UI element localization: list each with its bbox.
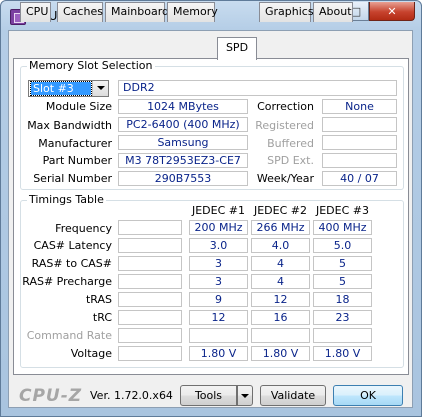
memory-slot-group-title: Memory Slot Selection [27,59,155,72]
memory-type-field: DDR2 [118,80,397,96]
timings-col-header: JEDEC #2 [253,204,307,217]
tab-spd[interactable]: SPD [217,37,257,60]
tab-about[interactable]: About [313,2,353,22]
trc-label: tRC [92,311,112,324]
timing-cell: 5.0 [313,238,372,253]
timing-cell: 1.80 V [251,346,310,361]
timings-group-title: Timings Table [27,193,106,206]
registered-field [322,117,397,132]
buffered-label: Buffered [267,137,314,150]
timing-cell [313,328,372,343]
timing-cell: 3 [189,274,248,289]
tools-dropdown-button[interactable] [237,385,253,406]
ras-to-cas-label: RAS# to CAS# [31,257,112,270]
cpu-z-logo: CPU-Z [19,386,83,406]
part-number-field: M3 78T2953EZ3-CE7 [118,153,248,168]
timing-cell [118,238,182,253]
timing-cell: 5 [313,256,372,271]
timing-cell: 1.80 V [189,346,248,361]
timing-cell: 9 [189,292,248,307]
buffered-field [322,135,397,150]
serial-number-label: Serial Number [33,172,112,185]
validate-button[interactable]: Validate [260,385,326,406]
tab-caches[interactable]: Caches [57,2,103,22]
ok-button[interactable]: OK [333,385,403,406]
timing-cell: 1.80 V [313,346,372,361]
tras-label: tRAS [85,293,112,306]
tools-button[interactable]: Tools [180,385,237,406]
registered-label: Registered [255,119,314,132]
timing-cell: 23 [313,310,372,325]
ras-precharge-label: RAS# Precharge [22,275,112,288]
tab-graphics[interactable]: Graphics [259,2,314,22]
timing-cell [118,256,182,271]
timing-cell: 12 [189,310,248,325]
slot-select-dropdown[interactable] [92,81,108,96]
timing-cell: 12 [251,292,310,307]
timing-cell: 4 [251,256,310,271]
timings-col-header: JEDEC #1 [191,204,245,217]
correction-label: Correction [257,100,314,113]
module-size-field: 1024 MBytes [118,99,248,114]
cas-latency-label: CAS# Latency [33,239,112,252]
version-label: Ver. 1.72.0.x64 [90,389,173,402]
timing-cell [118,310,182,325]
timing-cell: 16 [251,310,310,325]
chevron-down-icon [97,86,105,90]
slot-select-value: Slot #3 [30,81,92,96]
week-year-label: Week/Year [256,172,314,185]
timing-cell [251,328,310,343]
command-rate-label: Command Rate [26,329,112,342]
slot-select[interactable]: Slot #3 [28,80,109,97]
timing-cell: 4 [251,274,310,289]
timing-cell: 3 [189,256,248,271]
timing-cell: 200 MHz [189,220,248,235]
tab-cpu[interactable]: CPU [20,2,51,22]
tab-mainboard[interactable]: Mainboard [105,2,169,22]
timing-cell: 5 [313,274,372,289]
timing-cell [118,328,182,343]
part-number-label: Part Number [42,154,112,167]
spd-ext-label: SPD Ext. [267,154,314,167]
timing-cell [118,346,182,361]
week-year-field: 40 / 07 [322,171,397,186]
timing-cell: 400 MHz [313,220,372,235]
max-bandwidth-label: Max Bandwidth [27,119,112,132]
close-button[interactable]: ✕ [369,2,415,21]
voltage-label: Voltage [70,347,112,360]
tab-memory[interactable]: Memory [167,2,218,22]
frequency-label: Frequency [55,222,112,235]
timing-cell [118,292,182,307]
timing-cell: 266 MHz [251,220,310,235]
timing-cell [118,220,182,235]
timing-cell: 4.0 [251,238,310,253]
timing-cell [189,328,248,343]
timings-col-header: JEDEC #3 [315,204,369,217]
spd-ext-field [322,153,397,168]
max-bandwidth-field: PC2-6400 (400 MHz) [118,117,248,132]
module-size-label: Module Size [45,100,112,113]
timing-cell: 18 [313,292,372,307]
timing-cell [118,274,182,289]
timing-cell: 3.0 [189,238,248,253]
manufacturer-field: Samsung [118,135,248,150]
manufacturer-label: Manufacturer [38,137,112,150]
serial-number-field: 290B7553 [118,171,248,186]
chevron-down-icon [241,394,249,398]
correction-field: None [322,99,397,114]
